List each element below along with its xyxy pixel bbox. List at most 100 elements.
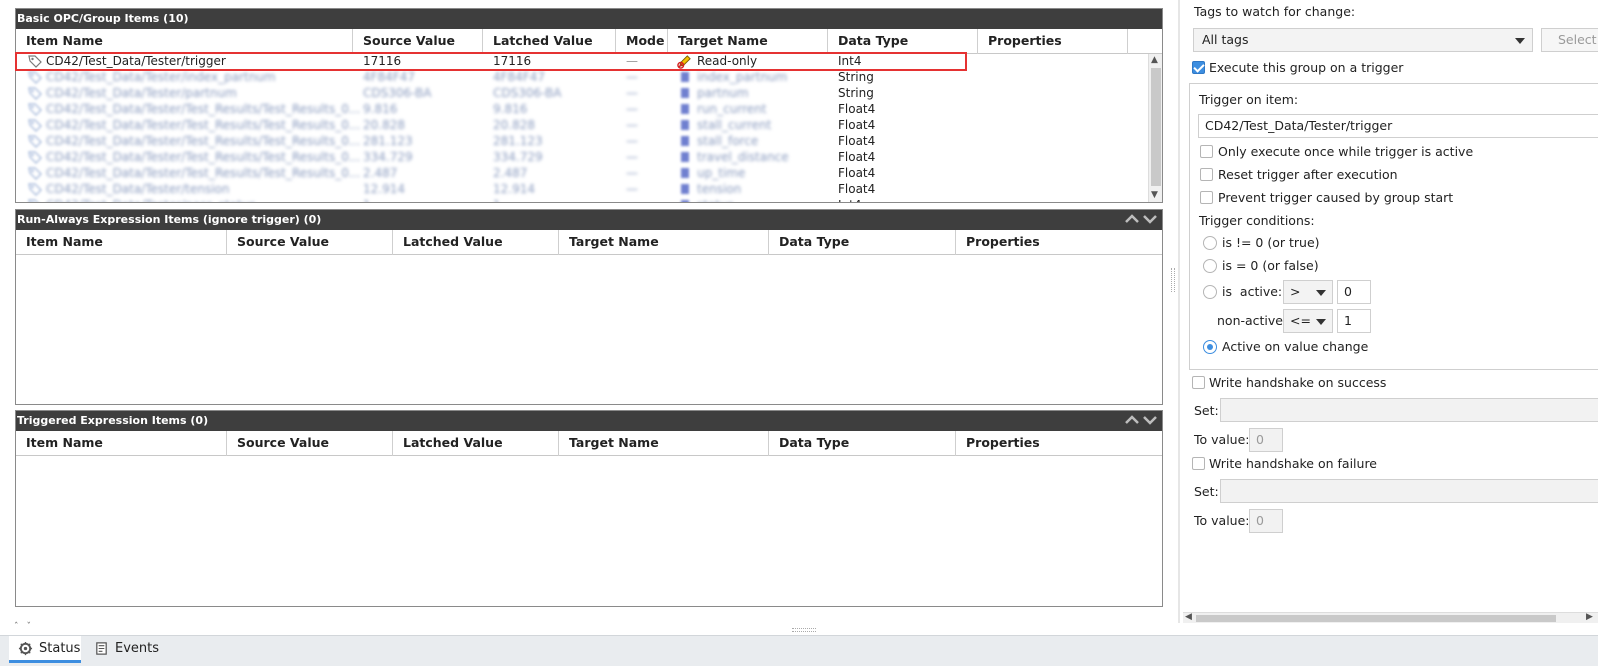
scroll-left-icon[interactable]: ◀ (1185, 612, 1192, 622)
col-item-name[interactable]: Item Name (16, 29, 353, 54)
cond-active-label[interactable]: is active: (1222, 284, 1282, 299)
hs-success-set-field[interactable] (1220, 398, 1598, 422)
col-latched-value[interactable]: Latched Value (393, 230, 559, 255)
col-source-value[interactable]: Source Value (353, 29, 483, 54)
move-up-icon[interactable] (1124, 211, 1140, 227)
hs-success-label[interactable]: Write handshake on success (1209, 375, 1386, 390)
cell-mode: — (626, 70, 638, 84)
scroll-down-icon[interactable]: ▼ (1151, 191, 1158, 200)
col-target-name[interactable]: Target Name (559, 431, 769, 456)
tag-target-icon (681, 136, 689, 146)
hs-failure-set-field[interactable] (1220, 479, 1598, 503)
active-operator-select[interactable]: > (1283, 280, 1333, 304)
cell-item-name: CD42/Test_Data/Tester/Test_Results/Test_… (46, 150, 361, 164)
tag-icon (28, 167, 42, 180)
cell-item-name: CD42/Test_Data/Tester/Test_Results/Test_… (46, 118, 361, 132)
col-data-type[interactable]: Data Type (769, 431, 956, 456)
move-down-icon[interactable] (1142, 211, 1158, 227)
right-panel-hscroll[interactable]: ◀ ▶ (1183, 612, 1598, 623)
cell-latched-value: 281.123 (493, 134, 543, 148)
table-row[interactable]: CD42/Test_Data/Tester/Test_Results/Test_… (16, 165, 1144, 181)
hs-failure-to-value-field[interactable]: 0 (1249, 509, 1283, 533)
col-source-value[interactable]: Source Value (227, 431, 393, 456)
tag-target-icon (681, 152, 689, 162)
triggered-title-text: Triggered Expression Items (0) (17, 414, 209, 427)
move-up-icon[interactable] (1124, 412, 1140, 428)
hs-success-to-value-field[interactable]: 0 (1249, 428, 1283, 452)
tag-icon (28, 183, 42, 196)
cell-item-name: CD42/Test_Data/Tester/index_partnum (46, 70, 276, 84)
table-row[interactable]: CD42/Test_Data/Tester/pass_status 1 1 — stat… (16, 197, 1144, 202)
trigger-on-item-field[interactable]: CD42/Test_Data/Tester/trigger (1198, 114, 1598, 138)
col-item-name[interactable]: Item Name (16, 431, 227, 456)
cell-latched-value: 20.828 (493, 118, 535, 132)
cond-nonzero-radio[interactable] (1203, 236, 1217, 250)
tab-events[interactable]: Events (85, 636, 159, 663)
move-down-icon[interactable] (1142, 412, 1158, 428)
cell-target-name: stall_current (697, 118, 772, 132)
hs-failure-label[interactable]: Write handshake on failure (1209, 456, 1377, 471)
scroll-thumb[interactable] (1151, 68, 1161, 186)
col-latched-value[interactable]: Latched Value (393, 431, 559, 456)
vertical-splitter[interactable] (1178, 0, 1180, 623)
cell-target-name: stall_force (697, 134, 759, 148)
collapse-chevrons[interactable]: ˆˇ (14, 622, 39, 632)
chevron-down-icon (1316, 319, 1326, 325)
cell-target-name: tension (697, 182, 742, 196)
cond-change-radio[interactable] (1203, 340, 1217, 354)
cell-target-name: index_partnum (697, 70, 788, 84)
prevent-trigger-checkbox[interactable] (1200, 191, 1213, 204)
hs-success-checkbox[interactable] (1192, 376, 1205, 389)
cond-change-label[interactable]: Active on value change (1222, 339, 1368, 354)
execute-on-trigger-checkbox[interactable] (1192, 61, 1205, 74)
table-row[interactable]: CD42/Test_Data/Tester/Test_Results/Test_… (16, 101, 1144, 117)
col-properties[interactable]: Properties (956, 431, 1144, 456)
execute-on-trigger-label[interactable]: Execute this group on a trigger (1209, 60, 1403, 75)
col-target-name[interactable]: Target Name (668, 29, 828, 54)
tags-select[interactable]: All tags (1193, 28, 1533, 52)
hscroll-thumb[interactable] (1196, 615, 1556, 622)
cond-zero-radio[interactable] (1203, 259, 1217, 273)
only-once-label[interactable]: Only execute once while trigger is activ… (1218, 144, 1473, 159)
col-properties[interactable]: Properties (978, 29, 1128, 54)
table-row[interactable]: CD42/Test_Data/Tester/tension 12.914 12.91… (16, 181, 1144, 197)
cond-nonzero-label[interactable]: is != 0 (or true) (1222, 235, 1320, 250)
active-value-field[interactable]: 0 (1337, 280, 1371, 304)
horizontal-splitter-handle[interactable] (792, 628, 816, 632)
cell-target-name: status (697, 197, 734, 202)
chevron-down-icon (1316, 290, 1326, 296)
nonactive-operator-select[interactable]: <= (1283, 309, 1333, 333)
col-data-type[interactable]: Data Type (769, 230, 956, 255)
table-row[interactable]: CD42/Test_Data/Tester/Test_Results/Test_… (16, 133, 1144, 149)
only-once-checkbox[interactable] (1200, 145, 1213, 158)
table-row[interactable]: CD42/Test_Data/Tester/Test_Results/Test_… (16, 149, 1144, 165)
col-item-name[interactable]: Item Name (16, 230, 227, 255)
reset-trigger-checkbox[interactable] (1200, 168, 1213, 181)
cell-mode: — (626, 197, 638, 202)
col-source-value[interactable]: Source Value (227, 230, 393, 255)
cond-zero-label[interactable]: is = 0 (or false) (1222, 258, 1319, 273)
col-latched-value[interactable]: Latched Value (483, 29, 616, 54)
hs-failure-set-label: Set: (1194, 484, 1219, 499)
cond-active-radio[interactable] (1203, 285, 1217, 299)
tab-status[interactable]: Status (9, 636, 81, 663)
col-target-name[interactable]: Target Name (559, 230, 769, 255)
nonactive-value-field[interactable]: 1 (1337, 309, 1371, 333)
table-row[interactable]: CD42/Test_Data/Tester/partnum CDS306-BA CD… (16, 85, 1144, 101)
reset-trigger-label[interactable]: Reset trigger after execution (1218, 167, 1398, 182)
basic-items-rows: CD42/Test_Data/Tester/trigger 17116 17116—… (16, 54, 1162, 202)
table-row[interactable]: CD42/Test_Data/Tester/index_partnum 4F84F… (16, 69, 1144, 85)
hs-failure-checkbox[interactable] (1192, 457, 1205, 470)
prevent-trigger-label[interactable]: Prevent trigger caused by group start (1218, 190, 1453, 205)
vertical-splitter-handle[interactable] (1171, 268, 1175, 292)
basic-items-scrollbar[interactable]: ▲ ▼ (1148, 54, 1162, 202)
tag-target-icon (681, 104, 689, 114)
tab-status-label: Status (39, 641, 81, 656)
col-properties[interactable]: Properties (956, 230, 1144, 255)
scroll-right-icon[interactable]: ▶ (1586, 612, 1593, 622)
select-tags-button[interactable]: Select t (1541, 28, 1598, 52)
table-row[interactable]: CD42/Test_Data/Tester/Test_Results/Test_… (16, 117, 1144, 133)
col-data-type[interactable]: Data Type (828, 29, 978, 54)
col-mode[interactable]: Mode (616, 29, 668, 54)
scroll-up-icon[interactable]: ▲ (1151, 56, 1158, 65)
